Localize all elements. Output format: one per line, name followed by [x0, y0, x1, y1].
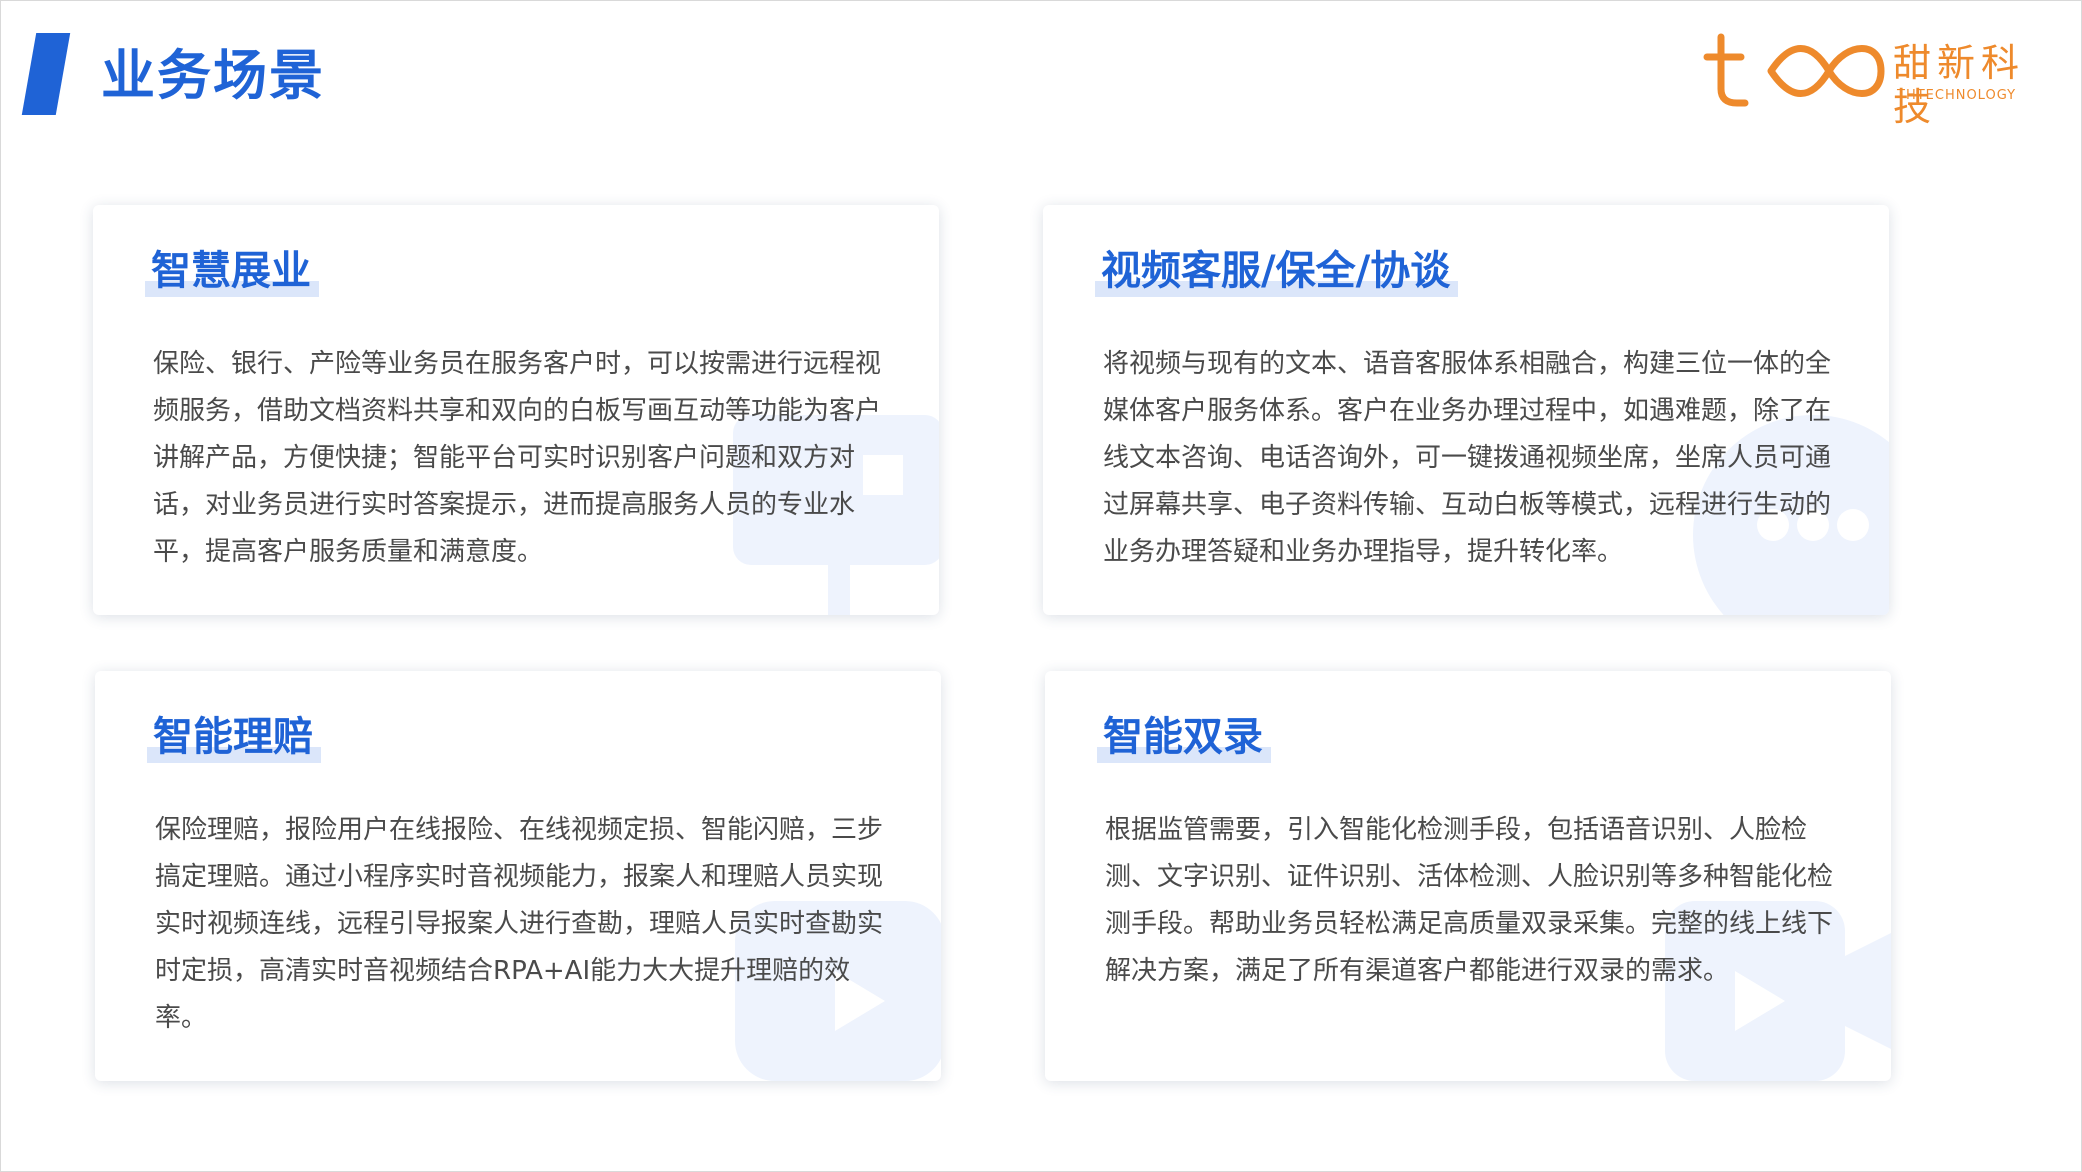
card-title: 智能理赔: [147, 709, 321, 765]
card-description: 根据监管需要，引入智能化检测手段，包括语音识别、人脸检测、文字识别、证件识别、活…: [1105, 815, 1834, 986]
logo-name-en: THTECHNOLOGY: [1897, 88, 2017, 103]
scenario-card-video-service: 视频客服/保全/协谈 将视频与现有的文本、语音客服体系相融合，构建三位一体的全媒…: [1043, 205, 1889, 615]
card-title: 视频客服/保全/协谈: [1095, 243, 1459, 299]
card-title: 智能双录: [1097, 709, 1271, 765]
company-logo: 甜新科技 THTECHNOLOGY: [1701, 31, 2041, 129]
scenario-card-dual-recording: 智能双录 根据监管需要，引入智能化检测手段，包括语音识别、人脸检测、文字识别、证…: [1045, 671, 1891, 1081]
scenario-card-smart-sales: 智慧展业 保险、银行、产险等业务员在服务客户时，可以按需进行远程视频服务，借助文…: [93, 205, 939, 615]
company-logo-mark: [1703, 33, 1885, 107]
card-description: 保险、银行、产险等业务员在服务客户时，可以按需进行远程视频服务，借助文档资料共享…: [153, 349, 882, 567]
scenario-card-smart-claims: 智能理赔 保险理赔，报险用户在线报险、在线视频定损、智能闪赔，三步搞定理赔。通过…: [95, 671, 941, 1081]
card-description: 保险理赔，报险用户在线报险、在线视频定损、智能闪赔，三步搞定理赔。通过小程序实时…: [155, 815, 884, 1033]
page-title: 业务场景: [101, 44, 325, 107]
card-title: 智慧展业: [145, 243, 319, 299]
logo-name-cn: 甜新科技: [1893, 41, 2026, 129]
card-description: 将视频与现有的文本、语音客服体系相融合，构建三位一体的全媒体客户服务体系。客户在…: [1103, 349, 1832, 567]
title-accent-bar: [21, 33, 71, 115]
